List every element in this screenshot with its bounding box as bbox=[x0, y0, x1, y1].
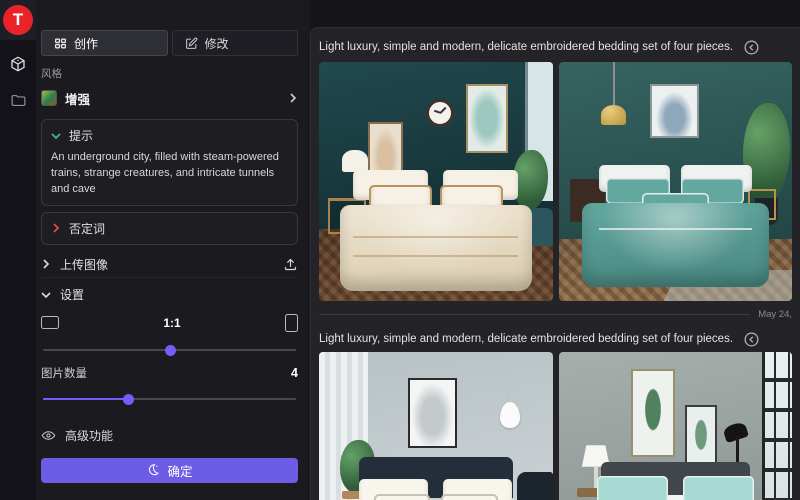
result-prompt: Light luxury, simple and modern, delicat… bbox=[319, 41, 733, 53]
folder-icon[interactable] bbox=[9, 91, 27, 109]
image-grid-row2 bbox=[319, 352, 792, 500]
wall-art bbox=[685, 405, 718, 467]
lamp-cord bbox=[613, 62, 615, 107]
prompt-box[interactable]: 提示 An underground city, filled with stea… bbox=[41, 119, 298, 206]
chevron-right-icon[interactable] bbox=[51, 223, 61, 233]
wall-art bbox=[650, 84, 699, 139]
divider bbox=[319, 314, 750, 315]
moon-icon bbox=[146, 463, 160, 477]
pillow bbox=[597, 476, 668, 500]
chevron-right-icon bbox=[41, 259, 51, 269]
slider-knob[interactable] bbox=[165, 345, 176, 356]
bed bbox=[582, 165, 769, 287]
reuse-prompt-icon[interactable] bbox=[743, 331, 760, 348]
duvet bbox=[340, 205, 532, 292]
edit-icon bbox=[185, 37, 198, 50]
image-count-slider[interactable] bbox=[41, 393, 298, 405]
tab-create-label: 创作 bbox=[74, 35, 98, 52]
pendant-lamp bbox=[500, 402, 520, 428]
eye-icon bbox=[41, 428, 56, 443]
slider-fill bbox=[43, 398, 130, 401]
bed bbox=[582, 476, 769, 500]
result-prompt-row: Light luxury, simple and modern, delicat… bbox=[319, 326, 792, 352]
advanced-features-row[interactable]: 高级功能 bbox=[41, 427, 298, 444]
result-prompt: Light luxury, simple and modern, delicat… bbox=[319, 333, 733, 345]
negative-prompt-box[interactable]: 否定词 bbox=[41, 212, 298, 245]
tab-modify[interactable]: 修改 bbox=[172, 30, 299, 56]
style-value: 增强 bbox=[65, 89, 280, 108]
avatar[interactable]: T bbox=[3, 5, 33, 35]
wall-art bbox=[408, 378, 457, 447]
bed bbox=[345, 479, 527, 500]
results-feed: Light luxury, simple and modern, delicat… bbox=[310, 27, 800, 500]
chevron-right-icon bbox=[288, 93, 298, 103]
generated-image[interactable] bbox=[319, 352, 553, 500]
style-thumbnail bbox=[41, 90, 57, 106]
negative-label: 否定词 bbox=[69, 220, 105, 237]
upload-label: 上传图像 bbox=[60, 256, 108, 273]
settings-row[interactable]: 设置 bbox=[41, 284, 298, 306]
model-cube-icon[interactable] bbox=[9, 55, 27, 73]
pillow bbox=[374, 494, 430, 500]
lamp-cord bbox=[508, 352, 510, 405]
prompt-label: 提示 bbox=[69, 127, 93, 144]
slider-knob[interactable] bbox=[123, 394, 134, 405]
image-count-row: 图片数量 4 bbox=[41, 365, 298, 381]
tab-modify-label: 修改 bbox=[205, 35, 229, 52]
tab-create[interactable]: 创作 bbox=[41, 30, 168, 56]
count-value: 4 bbox=[291, 366, 298, 380]
advanced-label: 高级功能 bbox=[65, 427, 113, 444]
result-prompt-row: Light luxury, simple and modern, delicat… bbox=[319, 32, 792, 62]
grid-icon bbox=[54, 37, 67, 50]
style-label: 风格 bbox=[41, 66, 298, 81]
chevron-down-icon bbox=[41, 290, 51, 300]
pillow bbox=[441, 494, 497, 500]
chevron-down-icon[interactable] bbox=[51, 131, 61, 141]
mode-tabs: 创作 修改 bbox=[41, 30, 298, 56]
landscape-icon[interactable] bbox=[41, 316, 59, 329]
generated-image[interactable] bbox=[559, 62, 793, 301]
generated-image[interactable] bbox=[559, 352, 793, 500]
generation-panel: 创作 修改 风格 增强 提示 bbox=[36, 0, 310, 500]
pillow bbox=[683, 476, 754, 500]
portrait-icon[interactable] bbox=[285, 314, 298, 332]
prompt-input[interactable]: An underground city, filled with steam-p… bbox=[51, 150, 288, 198]
count-label: 图片数量 bbox=[41, 365, 87, 381]
confirm-button[interactable]: 确定 bbox=[41, 458, 298, 483]
app-window: T 创作 bbox=[0, 0, 800, 500]
style-selector[interactable]: 增强 bbox=[41, 87, 298, 109]
main-area: Light luxury, simple and modern, delicat… bbox=[310, 0, 800, 500]
confirm-label: 确定 bbox=[167, 461, 192, 480]
nav-rail: T bbox=[0, 0, 36, 500]
date-label: May 24, bbox=[758, 309, 792, 320]
reuse-prompt-icon[interactable] bbox=[743, 39, 760, 56]
image-grid-row1 bbox=[319, 62, 792, 301]
bed bbox=[340, 170, 532, 292]
aspect-ratio-value: 1:1 bbox=[59, 316, 285, 330]
generated-image[interactable] bbox=[319, 62, 553, 301]
wall-art bbox=[631, 369, 675, 457]
aspect-ratio-row: 1:1 bbox=[41, 314, 298, 332]
duvet bbox=[582, 203, 769, 287]
settings-label: 设置 bbox=[60, 286, 84, 303]
date-divider-row: May 24, bbox=[319, 304, 792, 324]
wall-art bbox=[466, 84, 508, 153]
upload-image-row[interactable]: 上传图像 bbox=[41, 252, 298, 278]
pendant-lamp bbox=[601, 105, 627, 125]
aspect-ratio-slider[interactable] bbox=[41, 344, 298, 356]
upload-icon[interactable] bbox=[283, 257, 298, 272]
